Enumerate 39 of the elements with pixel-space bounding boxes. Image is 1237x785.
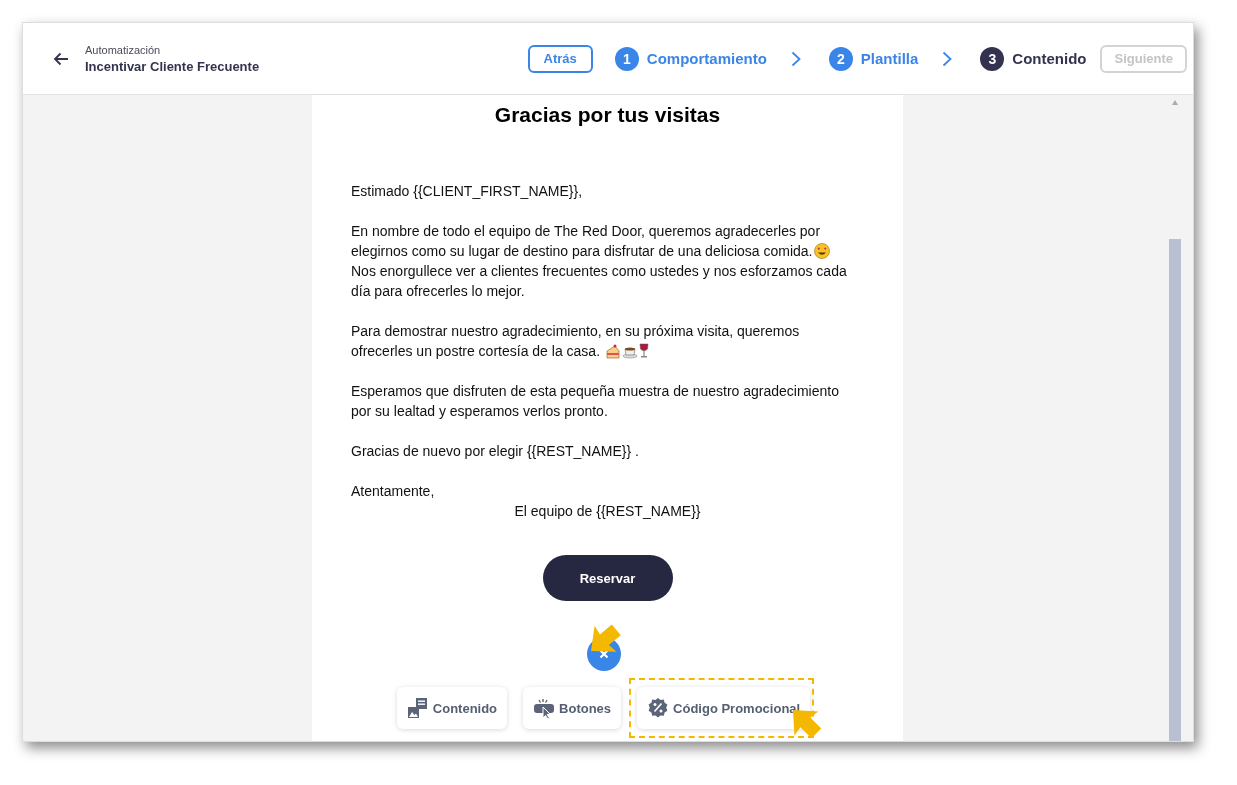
chevron-right-icon	[790, 50, 801, 67]
button-click-icon	[533, 697, 556, 719]
email-text: En nombre de todo el equipo de The Red Door, queremos agradecerles por	[351, 223, 821, 239]
email-text: Para demostrar nuestro agradecimiento, en su próxima visita, queremos	[351, 323, 800, 339]
email-text: elegirnos como su lugar de destino para disfrutar de una deliciosa comida.	[351, 243, 813, 259]
close-icon	[598, 649, 609, 659]
email-heading: Gracias por tus visitas	[494, 103, 721, 127]
scroll-up-icon[interactable]	[1172, 100, 1178, 105]
back-button[interactable]: Atrás	[527, 44, 593, 73]
toolbar-button[interactable]: Código Promocional	[637, 687, 811, 729]
chevron-right-icon	[942, 50, 953, 67]
email-text: Nos enorgullece ver a clientes frecuentes como ustedes y nos esforzamos cada	[351, 263, 847, 279]
toolbar-button[interactable]: Contenido	[396, 687, 508, 729]
wine-glass-emoji-icon	[639, 343, 650, 359]
step-label[interactable]: Plantilla	[860, 50, 919, 67]
email-text: Atentamente,	[351, 483, 435, 499]
email-text: Gracias de nuevo por elegir {{REST_NAME}} .	[351, 443, 639, 459]
scrollbar-thumb[interactable]	[1169, 239, 1181, 741]
step-number: 1	[614, 46, 639, 71]
email-signature: El equipo de {{REST_NAME}}	[514, 502, 701, 521]
email-text: por su lealtad y esperamos verlos pronto.	[351, 403, 608, 419]
email-text: Esperamos que disfruten de esta pequeña muestra de nuestro agradecimiento	[351, 383, 839, 399]
pointer-arrow	[591, 624, 621, 652]
email-text: día para ofrecerles lo mejor.	[351, 283, 525, 299]
back-arrow-icon[interactable]	[53, 51, 69, 66]
page-title: Incentivar Cliente Frecuente	[85, 58, 261, 74]
step-number: 2	[828, 46, 853, 71]
toolbar-button[interactable]: Botones	[523, 687, 622, 729]
heart-eyes-emoji-icon	[813, 243, 830, 259]
breadcrumb: Automatización	[85, 43, 162, 56]
percent-badge-icon	[647, 697, 670, 719]
cake-emoji-icon	[605, 343, 622, 359]
step-number: 3	[980, 46, 1005, 71]
step-label[interactable]: Comportamiento	[646, 50, 767, 67]
step-label[interactable]: Contenido	[1012, 50, 1087, 67]
reserve-button[interactable]: Reservar	[542, 555, 673, 601]
image-text-icon	[406, 697, 429, 719]
email-text: Estimado {{CLIENT_FIRST_NAME}},	[351, 183, 583, 199]
email-text: ofrecerles un postre cortesía de la casa.	[351, 343, 601, 359]
